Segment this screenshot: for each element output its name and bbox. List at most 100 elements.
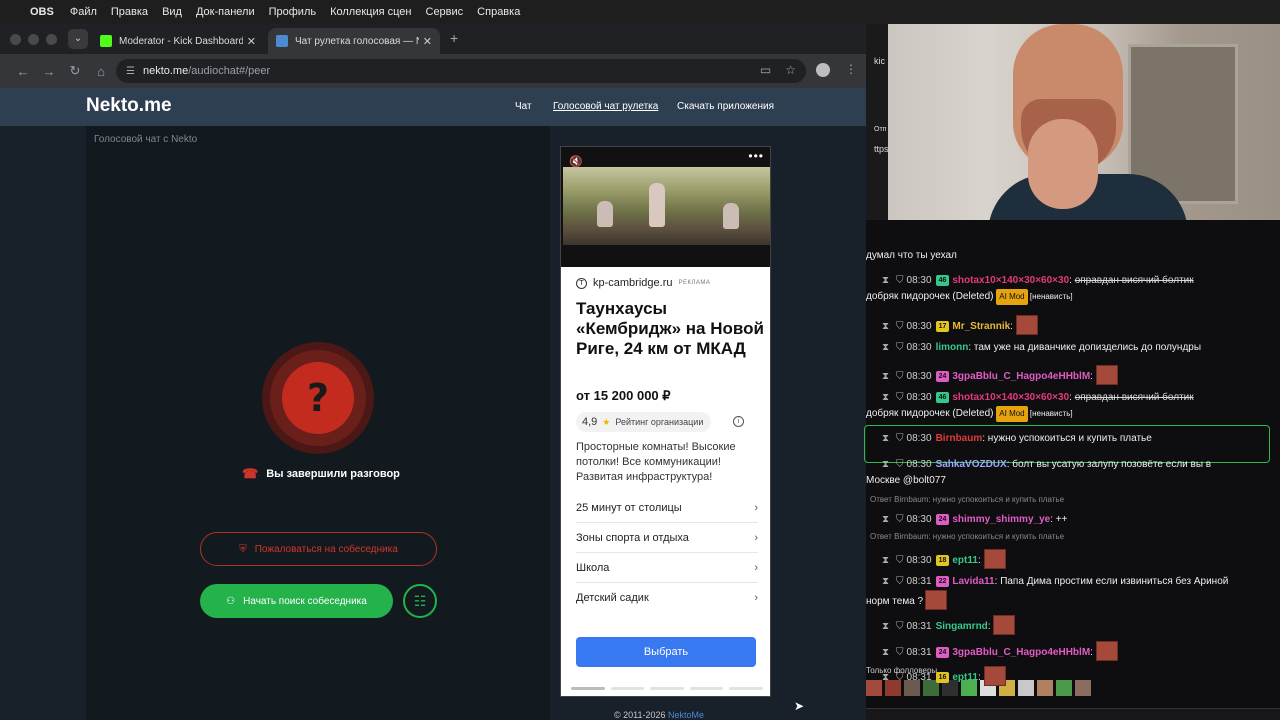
menu-help[interactable]: Справка: [477, 6, 520, 18]
ad-title[interactable]: Таунхаусы «Кембридж» на Новой Риге, 24 к…: [576, 299, 764, 359]
close-window-button[interactable]: [10, 34, 21, 45]
shield-icon[interactable]: ⛉: [896, 647, 904, 658]
chat-username[interactable]: 3gpaBblu_C_Hagpo4eHHblM: [952, 371, 1090, 382]
app-menu-obs[interactable]: OBS: [30, 6, 54, 18]
tab-nekto-chat[interactable]: Чат рулетка голосовая — Ne ✕: [268, 28, 440, 54]
chat-username[interactable]: limonn: [936, 342, 969, 353]
reload-icon[interactable]: ↻: [62, 63, 88, 79]
chat-username[interactable]: shotax10×140×30×60×30: [952, 275, 1069, 286]
shield-icon[interactable]: ⛉: [896, 392, 904, 403]
zoom-window-button[interactable]: [46, 34, 57, 45]
cast-icon[interactable]: ▭: [760, 63, 771, 77]
menu-docks[interactable]: Док-панели: [196, 6, 255, 18]
timer-icon[interactable]: ⧗: [882, 672, 889, 683]
browser-menu-icon[interactable]: ⋮: [845, 62, 857, 76]
chat-username[interactable]: Birnbaum: [936, 433, 983, 444]
shield-icon[interactable]: ⛉: [896, 621, 904, 632]
back-icon[interactable]: ←: [10, 64, 36, 79]
address-bar[interactable]: ☰ nekto.me/audiochat#/peer ▭ ☆: [116, 59, 806, 83]
emote-icon[interactable]: [1037, 680, 1053, 696]
chat-username[interactable]: Lavida11: [952, 576, 994, 587]
ad-link-item[interactable]: Школа ›: [576, 553, 758, 583]
timer-icon[interactable]: ⧗: [882, 459, 889, 470]
menu-edit[interactable]: Правка: [111, 6, 148, 18]
filters-button[interactable]: ☷: [403, 584, 437, 618]
home-icon[interactable]: ⌂: [88, 64, 114, 79]
timer-icon[interactable]: ⧗: [882, 392, 889, 403]
timer-icon[interactable]: ⧗: [882, 621, 889, 632]
info-icon[interactable]: i: [733, 416, 744, 427]
profile-avatar[interactable]: [816, 63, 830, 77]
ad-banner[interactable]: 🔇 ••• T kp-cambridge.ru РЕКЛАМА Таунхаус…: [560, 146, 771, 697]
minimize-window-button[interactable]: [28, 34, 39, 45]
timer-icon[interactable]: ⧗: [882, 555, 889, 566]
ad-more-icon[interactable]: •••: [748, 149, 764, 163]
shield-icon[interactable]: ⛉: [896, 342, 904, 353]
chat-username[interactable]: shimmy_shimmy_ye: [952, 514, 1050, 525]
site-logo[interactable]: Nekto.me: [86, 95, 172, 117]
emote-icon[interactable]: [1056, 680, 1072, 696]
ai-mod-badge: AI Mod: [996, 289, 1028, 305]
chat-username[interactable]: Singamrnd: [936, 621, 988, 632]
nav-download-apps[interactable]: Скачать приложения: [677, 101, 774, 112]
ad-link-item[interactable]: 25 минут от столицы ›: [576, 493, 758, 523]
chat-username[interactable]: shotax10×140×30×60×30: [952, 392, 1069, 403]
timer-icon[interactable]: ⧗: [882, 647, 889, 658]
tab-search-button[interactable]: ⌄: [68, 29, 88, 49]
menu-tools[interactable]: Сервис: [426, 6, 464, 18]
timer-icon[interactable]: ⧗: [882, 433, 889, 444]
mute-icon[interactable]: 🔇: [569, 155, 583, 168]
menu-profile[interactable]: Профиль: [269, 6, 317, 18]
shield-icon[interactable]: ⛉: [896, 433, 904, 444]
shield-icon[interactable]: ⛉: [896, 576, 904, 587]
shield-icon[interactable]: ⛉: [896, 275, 904, 286]
chat-username[interactable]: 3gpaBblu_C_Hagpo4eHHblM: [952, 647, 1090, 658]
ad-source[interactable]: T kp-cambridge.ru РЕКЛАМА: [576, 277, 710, 289]
ad-description: Просторные комнаты! Высокие потолки! Все…: [576, 441, 736, 483]
timer-icon[interactable]: ⧗: [882, 342, 889, 353]
subscriber-badge: 46: [935, 275, 950, 286]
nav-chat[interactable]: Чат: [515, 101, 532, 112]
shield-icon[interactable]: ⛉: [896, 459, 904, 470]
close-tab-icon[interactable]: ✕: [423, 35, 432, 48]
timer-icon[interactable]: ⧗: [882, 275, 889, 286]
shield-icon[interactable]: ⛉: [896, 672, 904, 683]
chat-username[interactable]: ept11: [952, 555, 978, 566]
tab-kick-dashboard[interactable]: Moderator - Kick Dashboard ✕: [92, 28, 264, 54]
ad-cta-button[interactable]: Выбрать: [576, 637, 756, 667]
timer-icon[interactable]: ⧗: [882, 514, 889, 525]
shield-icon[interactable]: ⛉: [896, 555, 904, 566]
forward-icon[interactable]: →: [36, 64, 62, 79]
shield-icon[interactable]: ⛉: [896, 321, 904, 332]
emote-icon[interactable]: [1075, 680, 1091, 696]
menu-scene-collection[interactable]: Коллекция сцен: [330, 6, 411, 18]
chat-username[interactable]: ept11: [952, 672, 978, 683]
chat-username[interactable]: SahkaVOZDUX: [936, 459, 1007, 470]
chat-username[interactable]: Mr_Strannik: [952, 321, 1010, 332]
chevron-right-icon: ›: [754, 531, 758, 544]
stream-chat: Только фолловеры думал что ты уехал ⧗ ⛉ 08:…: [864, 220, 1280, 720]
ad-link-label: 25 минут от столицы: [576, 501, 682, 514]
emote-icon: [925, 590, 948, 610]
ad-link-item[interactable]: Зоны спорта и отдыха ›: [576, 523, 758, 553]
menu-view[interactable]: Вид: [162, 6, 182, 18]
complain-button[interactable]: ⛨ Пожаловаться на собеседника: [200, 532, 437, 566]
ad-link-item[interactable]: Детский садик ›: [576, 583, 758, 613]
shield-icon[interactable]: ⛉: [896, 371, 904, 382]
nav-voice-roulette[interactable]: Голосовой чат рулетка: [553, 101, 658, 112]
timer-icon[interactable]: ⧗: [882, 321, 889, 332]
emote-icon[interactable]: [1018, 680, 1034, 696]
menu-file[interactable]: Файл: [70, 6, 97, 18]
chat-input[interactable]: [866, 708, 1280, 720]
ad-video[interactable]: 🔇 •••: [561, 147, 770, 267]
close-tab-icon[interactable]: ✕: [247, 35, 256, 48]
timer-icon[interactable]: ⧗: [882, 371, 889, 382]
shield-icon[interactable]: ⛉: [896, 514, 904, 525]
bookmark-star-icon[interactable]: ☆: [785, 63, 796, 77]
panel-title: Голосовой чат с Nekto: [94, 134, 198, 145]
start-search-button[interactable]: ⚇ Начать поиск собеседника: [200, 584, 393, 618]
site-settings-icon[interactable]: ☰: [126, 66, 135, 77]
copyright-link[interactable]: NektoMe: [668, 710, 704, 720]
timer-icon[interactable]: ⧗: [882, 576, 889, 587]
new-tab-button[interactable]: +: [450, 30, 458, 46]
